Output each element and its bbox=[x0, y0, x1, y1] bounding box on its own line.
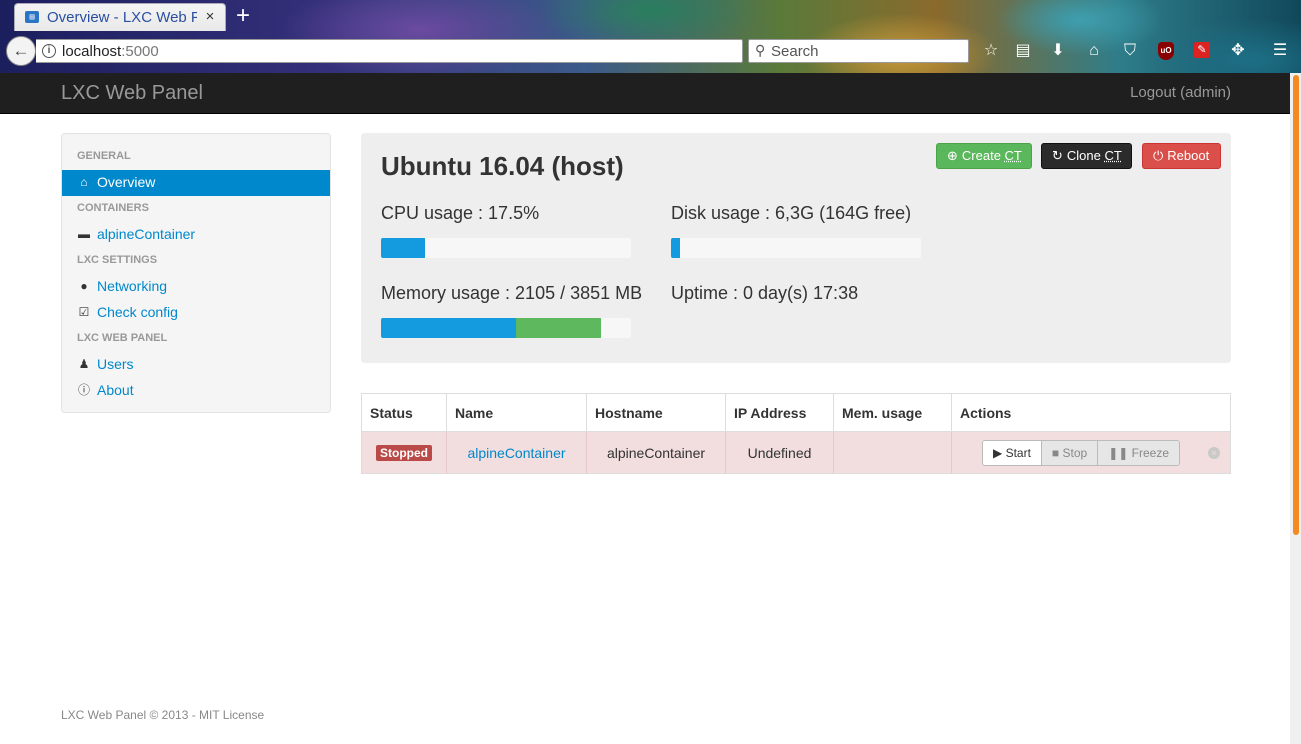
scrollbar-thumb[interactable] bbox=[1293, 75, 1299, 535]
host-panel: Ubuntu 16.04 (host) ⊕ Create CT ↻ Clone CT… bbox=[361, 133, 1231, 363]
url-text[interactable]: localhost:5000 bbox=[62, 43, 159, 60]
cpu-progress-bar bbox=[381, 238, 631, 258]
column-header: Actions bbox=[951, 393, 1231, 432]
host-title: Ubuntu 16.04 (host) bbox=[381, 151, 624, 181]
cpu-usage-label: CPU usage : 17.5% bbox=[381, 203, 540, 223]
container-actions-group: ▶ Start ■ Stop ❚❚ Freeze bbox=[982, 439, 1181, 466]
check-icon: ☑ bbox=[78, 305, 90, 319]
browser-tab[interactable]: ▤ Overview - LXC Web Panel × bbox=[14, 3, 226, 31]
column-header: Name bbox=[446, 393, 587, 432]
actions-cell: ▶ Start ■ Stop ❚❚ Freeze × bbox=[951, 431, 1231, 474]
power-icon: ⏻ bbox=[1153, 148, 1164, 163]
pause-icon: ❚❚ bbox=[1108, 445, 1129, 460]
sidebar-item-label: Networking bbox=[97, 278, 168, 294]
sidebar: GENERAL ⌂ Overview CONTAINERS ▬ alpineCo… bbox=[61, 133, 331, 413]
hdd-icon: ▬ bbox=[78, 227, 90, 241]
search-bar[interactable]: ⚲ bbox=[748, 39, 969, 63]
sidebar-item-label: About bbox=[97, 382, 134, 398]
disk-progress-fill bbox=[671, 238, 680, 258]
hostname-cell: alpineContainer bbox=[586, 431, 726, 474]
footer-text: LXC Web Panel © 2013 - MIT License bbox=[61, 708, 265, 722]
stop-icon: ■ bbox=[1051, 445, 1060, 460]
sidebar-item-alpinecontainer[interactable]: ▬ alpineContainer bbox=[62, 222, 330, 248]
ublock-icon[interactable]: uO bbox=[1158, 42, 1174, 60]
globe-icon: ● bbox=[80, 279, 88, 293]
sidebar-item-label: Users bbox=[97, 356, 134, 372]
search-input[interactable] bbox=[771, 42, 961, 60]
column-header: Hostname bbox=[586, 393, 726, 432]
disk-progress-bar bbox=[671, 238, 921, 258]
new-tab-button[interactable]: + bbox=[231, 3, 255, 29]
info-icon[interactable]: i bbox=[42, 44, 56, 58]
logout-link[interactable]: Logout (admin) bbox=[1130, 84, 1231, 101]
column-header: Mem. usage bbox=[833, 393, 952, 432]
nav-header-general: GENERAL bbox=[77, 150, 131, 162]
refresh-icon: ↻ bbox=[1052, 148, 1063, 163]
pocket-icon[interactable]: ⛉ bbox=[1119, 40, 1141, 62]
nav-header-lxc-settings: LXC SETTINGS bbox=[77, 254, 158, 266]
close-tab-icon[interactable]: × bbox=[201, 8, 219, 26]
bookmark-star-icon[interactable]: ☆ bbox=[980, 40, 1002, 62]
nav-header-lxc-web-panel: LXC WEB PANEL bbox=[77, 332, 168, 344]
app-navbar: LXC Web Panel Logout (admin) bbox=[0, 73, 1290, 114]
tab-title: Overview - LXC Web Panel bbox=[47, 9, 197, 26]
memory-cached-fill bbox=[516, 318, 601, 338]
download-icon[interactable]: ⬇ bbox=[1047, 40, 1069, 62]
disk-usage-label: Disk usage : 6,3G (164G free) bbox=[671, 203, 912, 223]
sidebar-item-users[interactable]: ♟ Users bbox=[62, 352, 330, 378]
sidebar-item-networking[interactable]: ● Networking bbox=[62, 274, 330, 300]
column-header: IP Address bbox=[725, 393, 834, 432]
brand-link[interactable]: LXC Web Panel bbox=[61, 82, 203, 105]
memory-used-fill bbox=[381, 318, 516, 338]
freeze-button[interactable]: ❚❚ Freeze bbox=[1098, 440, 1180, 465]
url-bar[interactable]: i localhost:5000 ↻ bbox=[36, 39, 766, 63]
column-header: Status bbox=[361, 393, 447, 432]
sidebar-item-about[interactable]: ⓘ About bbox=[62, 378, 330, 404]
browser-toolbar: i localhost:5000 ↻ ← ⚲ ☆ ▤ ⬇ ⌂ ⛉ uO ✎ ✥ … bbox=[0, 34, 1301, 70]
table-header-row: Status Name Hostname IP Address Mem. usa… bbox=[361, 393, 1231, 432]
create-ct-button[interactable]: ⊕ Create CT bbox=[936, 143, 1032, 169]
home-icon: ⌂ bbox=[80, 175, 88, 189]
reading-list-icon[interactable]: ▤ bbox=[1012, 40, 1034, 62]
sidebar-item-label: alpineContainer bbox=[97, 226, 196, 242]
table-row: Stopped alpineContainer alpineContainer … bbox=[361, 431, 1231, 474]
favicon-icon: ▤ bbox=[25, 11, 39, 23]
play-icon: ▶ bbox=[993, 445, 1003, 460]
menu-icon[interactable]: ☰ bbox=[1269, 40, 1291, 62]
nav-header-containers: CONTAINERS bbox=[77, 202, 149, 214]
uptime-label: Uptime : 0 day(s) 17:38 bbox=[671, 283, 859, 303]
ip-cell: Undefined bbox=[725, 431, 834, 474]
back-button[interactable]: ← bbox=[6, 36, 36, 66]
search-icon: ⚲ bbox=[755, 42, 766, 58]
sidebar-item-label: Check config bbox=[97, 304, 178, 320]
addon-icon[interactable]: ✥ bbox=[1227, 40, 1249, 62]
home-icon[interactable]: ⌂ bbox=[1083, 40, 1105, 62]
name-cell: alpineContainer bbox=[446, 431, 587, 474]
user-icon: ♟ bbox=[78, 357, 90, 371]
info-icon: ⓘ bbox=[77, 383, 90, 397]
memory-usage-label: Memory usage : 2105 / 3851 MB bbox=[381, 283, 643, 303]
reboot-button[interactable]: ⏻ Reboot bbox=[1142, 143, 1221, 169]
memory-progress-bar bbox=[381, 318, 631, 338]
remove-container-icon[interactable]: × bbox=[1207, 446, 1220, 459]
clone-ct-button[interactable]: ↻ Clone CT bbox=[1041, 143, 1132, 169]
plus-circle-icon: ⊕ bbox=[947, 148, 958, 163]
browser-chrome: ▤ Overview - LXC Web Panel × + i localho… bbox=[0, 0, 1301, 73]
container-name-link[interactable]: alpineContainer bbox=[467, 445, 565, 461]
sidebar-item-overview[interactable]: ⌂ Overview bbox=[62, 170, 330, 196]
status-badge: Stopped bbox=[376, 445, 432, 461]
mem-cell bbox=[833, 431, 952, 474]
sidebar-item-check-config[interactable]: ☑ Check config bbox=[62, 300, 330, 326]
extension-icon[interactable]: ✎ bbox=[1194, 42, 1210, 58]
stop-button[interactable]: ■ Stop bbox=[1041, 440, 1099, 465]
cpu-progress-fill bbox=[381, 238, 425, 258]
status-cell: Stopped bbox=[361, 431, 447, 474]
containers-table: Status Name Hostname IP Address Mem. usa… bbox=[361, 393, 1231, 474]
page-scrollbar[interactable] bbox=[1290, 73, 1301, 744]
start-button[interactable]: ▶ Start bbox=[983, 440, 1042, 465]
sidebar-item-label: Overview bbox=[97, 174, 156, 190]
